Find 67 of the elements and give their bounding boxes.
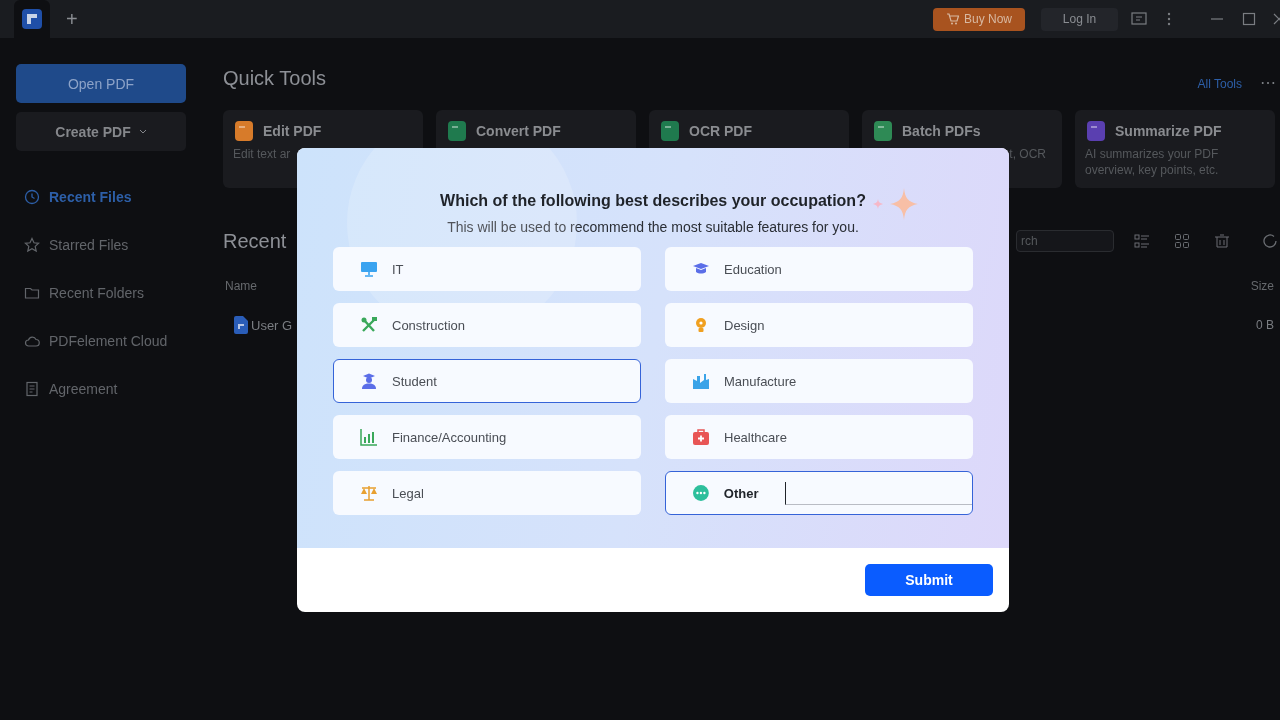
tool-card[interactable]: Summarize PDF AI summarizes your PDF overview, key points, etc. xyxy=(1075,110,1275,188)
clock-icon xyxy=(24,189,40,205)
open-pdf-button[interactable]: Open PDF xyxy=(16,64,186,103)
column-header: Size xyxy=(1250,279,1274,293)
occupation-option[interactable]: Design xyxy=(665,303,973,347)
sidebar-item[interactable]: Recent Folders xyxy=(16,269,186,317)
sidebar-label: Recent Files xyxy=(49,189,132,205)
occupation-option[interactable]: Finance/Accounting xyxy=(333,415,641,459)
tool-title: Convert PDF xyxy=(476,123,561,139)
occupation-option[interactable]: Other xyxy=(665,471,973,515)
refresh-icon[interactable] xyxy=(1262,233,1278,249)
cart-icon xyxy=(946,13,959,25)
all-tools-link[interactable]: All Tools xyxy=(1197,77,1242,91)
bar-chart-icon xyxy=(360,428,378,446)
cloud-icon xyxy=(24,333,40,349)
grid-view-icon[interactable] xyxy=(1174,233,1190,249)
section-title: Quick Tools xyxy=(223,66,326,90)
chat-icon[interactable] xyxy=(1130,10,1148,28)
file-name[interactable]: User G xyxy=(251,317,293,333)
section-title: Recent xyxy=(223,229,287,253)
occupation-option[interactable]: IT xyxy=(333,247,641,291)
buy-now-button[interactable]: Buy Now xyxy=(933,7,1025,31)
maximize-icon[interactable] xyxy=(1240,10,1258,28)
tool-description: AI summarizes your PDF overview, key points, etc. xyxy=(1085,146,1220,178)
tool-description: Edit text ar xyxy=(233,146,292,162)
sidebar-label: Agreement xyxy=(49,381,118,397)
more-icon xyxy=(692,484,710,502)
create-pdf-button[interactable]: Create PDF xyxy=(16,112,186,151)
log-in-button[interactable]: Log In xyxy=(1041,7,1118,31)
column-header: Name xyxy=(225,279,257,293)
sidebar-item[interactable]: Recent Files xyxy=(16,173,186,221)
caret-icon xyxy=(138,128,147,135)
first-aid-icon xyxy=(692,428,710,446)
tool-title: Summarize PDF xyxy=(1115,123,1222,139)
dialog-subtitle: This will be used to recommend the most suitable features for you. xyxy=(447,219,859,235)
occupation-option[interactable]: Student xyxy=(333,359,641,403)
occupation-option[interactable]: Legal xyxy=(333,471,641,515)
sidebar-item[interactable]: Agreement xyxy=(16,365,186,413)
dialog-title: Which of the following best describes your occupation? xyxy=(440,192,866,210)
sidebar-item[interactable]: PDFelement Cloud xyxy=(16,317,186,365)
star-icon xyxy=(24,237,40,253)
input-field[interactable] xyxy=(784,481,972,505)
tool-title: Edit PDF xyxy=(263,123,322,139)
app-logo-icon xyxy=(22,9,42,29)
sidebar-label: PDFelement Cloud xyxy=(49,333,168,349)
occupation-option[interactable]: Manufacture xyxy=(665,359,973,403)
occupation-option[interactable]: Healthcare xyxy=(665,415,973,459)
student-icon xyxy=(360,372,378,390)
search-field[interactable]: rch xyxy=(1016,230,1114,252)
factory-icon xyxy=(692,372,710,390)
sidebar-label: Starred Files xyxy=(49,237,129,253)
trash-icon[interactable] xyxy=(1214,233,1230,249)
tool-title: Batch PDFs xyxy=(902,123,981,139)
scales-icon xyxy=(360,484,378,502)
sidebar-label: Recent Folders xyxy=(49,285,144,301)
new-tab-button[interactable]: + xyxy=(66,7,78,31)
more-button[interactable]: ⋯ xyxy=(1260,72,1276,92)
sidebar-item[interactable]: Starred Files xyxy=(16,221,186,269)
occupation-option[interactable]: Construction xyxy=(333,303,641,347)
file-size: 0 B xyxy=(1256,318,1274,332)
tools-icon xyxy=(360,316,378,334)
tool-title: OCR PDF xyxy=(689,123,752,139)
occupation-option[interactable]: Education xyxy=(665,247,973,291)
tool-description: t, OCR xyxy=(1009,146,1047,162)
list-view-icon[interactable] xyxy=(1134,233,1150,249)
monitor-icon xyxy=(360,260,378,278)
submit-button[interactable]: Submit xyxy=(865,564,993,596)
